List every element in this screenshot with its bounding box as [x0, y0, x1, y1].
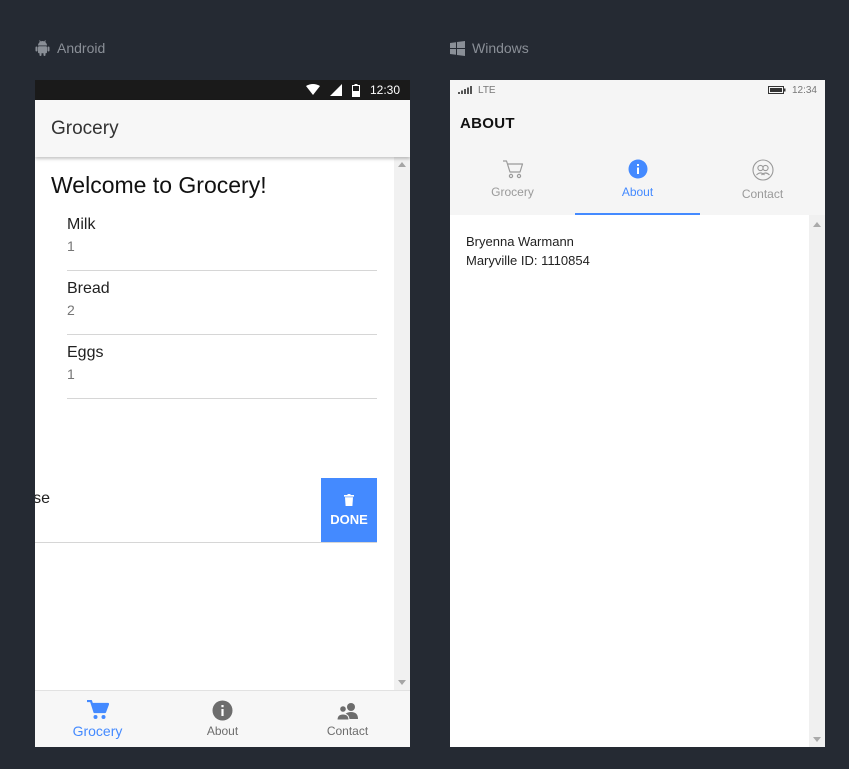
- windows-about-page: Bryenna Warmann Maryville ID: 1110854: [450, 215, 825, 747]
- contacts-icon: [751, 159, 774, 181]
- cart-icon: [86, 699, 109, 719]
- item-quantity: 2: [67, 302, 75, 318]
- item-name: Eggs: [67, 344, 104, 361]
- cell-signal-icon: [329, 84, 342, 96]
- about-text: Bryenna Warmann Maryville ID: 1110854: [466, 232, 590, 270]
- list-item[interactable]: Bread 2: [67, 271, 377, 335]
- android-tab-grocery-label: Grocery: [72, 722, 123, 739]
- windows-logo-icon: [450, 40, 465, 56]
- trash-icon: [344, 493, 354, 506]
- windows-tab-contact-label: Contact: [741, 187, 784, 201]
- info-icon: [212, 700, 233, 721]
- scroll-down-arrow-icon[interactable]: [398, 680, 406, 685]
- about-id: Maryville ID: 1110854: [466, 253, 590, 268]
- wifi-icon: [305, 84, 320, 95]
- windows-tab-contact[interactable]: Contact: [700, 157, 825, 215]
- swiped-list-item[interactable]: se DONE: [35, 478, 377, 543]
- welcome-heading: Welcome to Grocery!: [51, 172, 267, 198]
- android-grocery-page: Welcome to Grocery! Milk 1 Bread 2 Eggs …: [35, 157, 410, 690]
- windows-tab-grocery[interactable]: Grocery: [450, 157, 575, 215]
- android-label-text: Android: [57, 40, 106, 56]
- windows-tab-about-label: About: [621, 185, 654, 199]
- android-toolbar-title: Grocery: [51, 117, 119, 139]
- battery-icon: [767, 86, 786, 94]
- android-logo-icon: [35, 40, 50, 56]
- grocery-list: Milk 1 Bread 2 Eggs 1: [67, 207, 377, 399]
- windows-device-screen: LTE 12:34 ABOUT Grocery About Contact Br…: [450, 80, 825, 747]
- done-button-label: DONE: [330, 511, 368, 527]
- android-tab-grocery[interactable]: Grocery: [35, 691, 160, 747]
- windows-header: ABOUT Grocery About Contact: [450, 100, 825, 215]
- android-tab-contact-label: Contact: [326, 723, 369, 738]
- android-scrollbar[interactable]: [394, 157, 410, 690]
- android-status-bar: 12:30: [35, 80, 410, 100]
- scroll-down-arrow-icon[interactable]: [813, 737, 821, 742]
- windows-tab-about[interactable]: About: [575, 157, 700, 215]
- list-item[interactable]: Eggs 1: [67, 335, 377, 399]
- windows-platform-label: Windows: [450, 40, 529, 56]
- contacts-icon: [335, 702, 358, 720]
- windows-tab-grocery-label: Grocery: [491, 185, 534, 199]
- android-device-screen: 12:30 Grocery Welcome to Grocery! Milk 1…: [35, 80, 410, 747]
- about-name: Bryenna Warmann: [466, 234, 574, 249]
- android-toolbar: Grocery: [35, 100, 410, 157]
- cart-icon: [502, 160, 523, 179]
- android-tab-contact[interactable]: Contact: [285, 691, 410, 747]
- item-name: Bread: [67, 280, 110, 297]
- info-icon: [628, 159, 647, 179]
- android-status-time: 12:30: [369, 83, 400, 97]
- windows-status-time: 12:34: [791, 84, 817, 96]
- item-quantity: 1: [67, 238, 75, 254]
- windows-network-type: LTE: [478, 84, 496, 96]
- signal-bars-icon: [458, 86, 472, 94]
- done-button[interactable]: DONE: [321, 478, 377, 542]
- windows-label-text: Windows: [472, 40, 529, 56]
- list-item[interactable]: Milk 1: [67, 207, 377, 271]
- windows-scrollbar[interactable]: [809, 215, 825, 747]
- windows-page-title: ABOUT: [460, 115, 515, 132]
- scroll-up-arrow-icon[interactable]: [398, 162, 406, 167]
- item-name: Milk: [67, 216, 96, 233]
- windows-tab-bar: Grocery About Contact: [450, 157, 825, 215]
- android-platform-label: Android: [35, 40, 105, 56]
- android-bottom-tab-bar: Grocery About Contact: [35, 690, 410, 747]
- windows-status-bar: LTE 12:34: [450, 80, 825, 100]
- item-quantity: 1: [67, 366, 75, 382]
- swiped-item-name: se: [35, 490, 50, 507]
- scroll-up-arrow-icon[interactable]: [813, 222, 821, 227]
- android-tab-about[interactable]: About: [160, 691, 285, 747]
- battery-icon: [351, 83, 360, 97]
- android-tab-about-label: About: [206, 724, 239, 738]
